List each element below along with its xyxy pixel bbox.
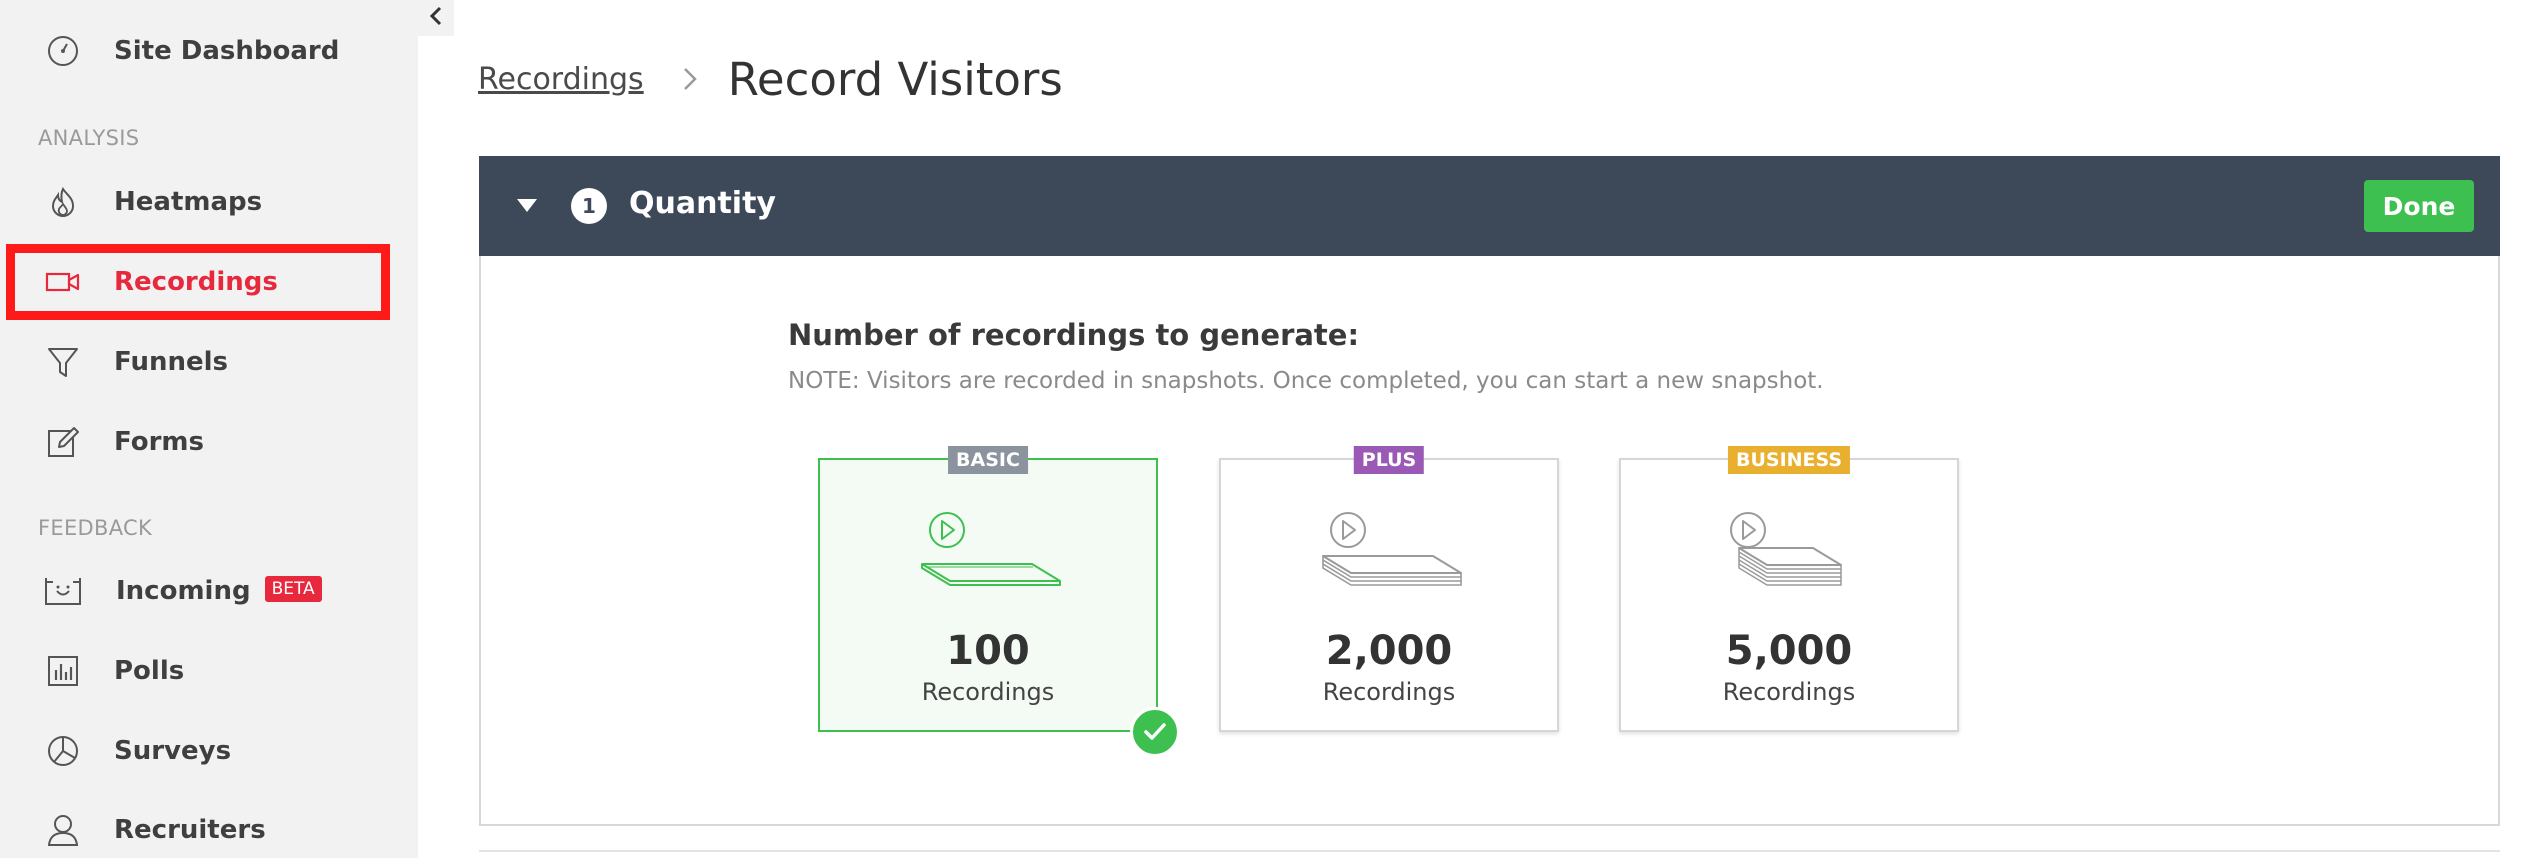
recordings-stack-icon bbox=[820, 506, 1156, 606]
quantity-note: NOTE: Visitors are recorded in snapshots… bbox=[788, 368, 1824, 394]
sidebar-item-surveys[interactable]: Surveys bbox=[0, 721, 418, 781]
sidebar-item-forms[interactable]: Forms bbox=[0, 412, 418, 472]
chevron-left-icon bbox=[429, 6, 443, 30]
chevron-right-icon bbox=[682, 66, 698, 92]
recordings-stack-icon bbox=[1621, 506, 1957, 606]
option-plus[interactable]: PLUS 2,000 Recordings bbox=[1219, 446, 1559, 732]
option-basic[interactable]: BASIC 100 Recordings bbox=[818, 446, 1158, 732]
edit-form-icon bbox=[44, 423, 82, 461]
flame-icon bbox=[44, 183, 82, 221]
panel-title: Quantity bbox=[629, 186, 776, 221]
caret-down-icon[interactable] bbox=[517, 199, 537, 212]
sidebar-item-label: Surveys bbox=[114, 736, 232, 766]
section-label-feedback: FEEDBACK bbox=[38, 516, 153, 540]
bar-chart-icon bbox=[44, 652, 82, 690]
selected-check-icon bbox=[1130, 707, 1180, 757]
sidebar-item-incoming[interactable]: Incoming BETA bbox=[0, 561, 418, 621]
sidebar-item-label: Forms bbox=[114, 427, 204, 457]
sidebar-item-label: Funnels bbox=[114, 347, 229, 377]
quantity-prompt: Number of recordings to generate: bbox=[788, 318, 1360, 352]
done-button[interactable]: Done bbox=[2364, 180, 2474, 232]
option-unit: Recordings bbox=[1322, 678, 1456, 706]
sidebar-item-label: Incoming BETA bbox=[116, 575, 322, 606]
option-count: 100 bbox=[946, 628, 1030, 674]
inbox-smile-icon bbox=[44, 572, 82, 610]
option-business[interactable]: BUSINESS 5,000 Recordings bbox=[1619, 446, 1959, 732]
collapse-sidebar-button[interactable] bbox=[418, 0, 454, 36]
step-number: 1 bbox=[571, 188, 607, 224]
sidebar-item-label: Heatmaps bbox=[114, 187, 263, 217]
option-count: 5,000 bbox=[1725, 628, 1853, 674]
section-label-analysis: ANALYSIS bbox=[38, 126, 140, 150]
option-unit: Recordings bbox=[1722, 678, 1856, 706]
option-unit: Recordings bbox=[921, 678, 1055, 706]
tier-badge-basic: BASIC bbox=[948, 446, 1028, 474]
selection-highlight-box bbox=[6, 244, 390, 320]
divider bbox=[479, 850, 2500, 852]
panel-header[interactable]: 1 Quantity Done bbox=[479, 156, 2500, 256]
breadcrumb-link-recordings[interactable]: Recordings bbox=[478, 62, 644, 97]
pie-chart-icon bbox=[44, 732, 82, 770]
sidebar-item-funnels[interactable]: Funnels bbox=[0, 332, 418, 392]
tier-badge-plus: PLUS bbox=[1353, 446, 1425, 474]
sidebar-item-label: Polls bbox=[114, 656, 185, 686]
recordings-stack-icon bbox=[1221, 506, 1557, 606]
page-title: Record Visitors bbox=[727, 52, 1063, 106]
breadcrumb: Recordings Record Visitors bbox=[478, 44, 1063, 114]
sidebar-item-label: Site Dashboard bbox=[114, 36, 340, 66]
beta-badge: BETA bbox=[264, 575, 322, 602]
sidebar-item-label: Recruiters bbox=[114, 815, 266, 845]
funnel-icon bbox=[44, 343, 82, 381]
sidebar-item-site-dashboard[interactable]: Site Dashboard bbox=[0, 21, 418, 81]
sidebar: Site Dashboard ANALYSIS Heatmaps Recordi… bbox=[0, 0, 418, 858]
sidebar-item-recruiters[interactable]: Recruiters bbox=[0, 800, 418, 860]
sidebar-item-heatmaps[interactable]: Heatmaps bbox=[0, 172, 418, 232]
dashboard-gauge-icon bbox=[44, 32, 82, 70]
tier-badge-business: BUSINESS bbox=[1727, 446, 1851, 474]
user-icon bbox=[44, 811, 82, 849]
option-count: 2,000 bbox=[1325, 628, 1453, 674]
sidebar-item-polls[interactable]: Polls bbox=[0, 641, 418, 701]
